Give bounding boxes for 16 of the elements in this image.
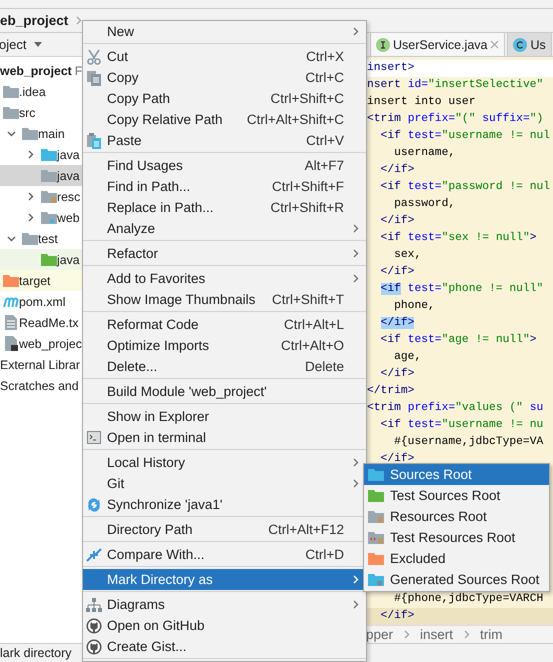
- shortcut-text: Ctrl+Shift+C: [270, 91, 344, 106]
- shortcut-text: Ctrl+Alt+O: [280, 338, 344, 353]
- shortcut-text: Ctrl+X: [306, 49, 344, 64]
- shortcut-text: Ctrl+Alt+Shift+C: [246, 112, 344, 127]
- shortcut-text: Ctrl+V: [306, 133, 344, 148]
- shortcut-text: Alt+F7: [304, 158, 344, 173]
- shortcut-text: Delete: [304, 359, 344, 374]
- shortcut-text: Ctrl+Alt+L: [284, 317, 344, 332]
- status-text: lark directory: [0, 646, 72, 660]
- shortcut-text: Ctrl+Alt+F12: [268, 522, 344, 537]
- shortcut-text: Ctrl+C: [305, 70, 344, 85]
- shortcut-text: Ctrl+Shift+T: [272, 292, 344, 307]
- path-text: F: [74, 64, 82, 78]
- shortcut-text: Ctrl+Shift+R: [270, 200, 344, 215]
- shortcut-text: Ctrl+D: [305, 547, 344, 562]
- shortcut-text: Ctrl+Shift+F: [272, 179, 344, 194]
